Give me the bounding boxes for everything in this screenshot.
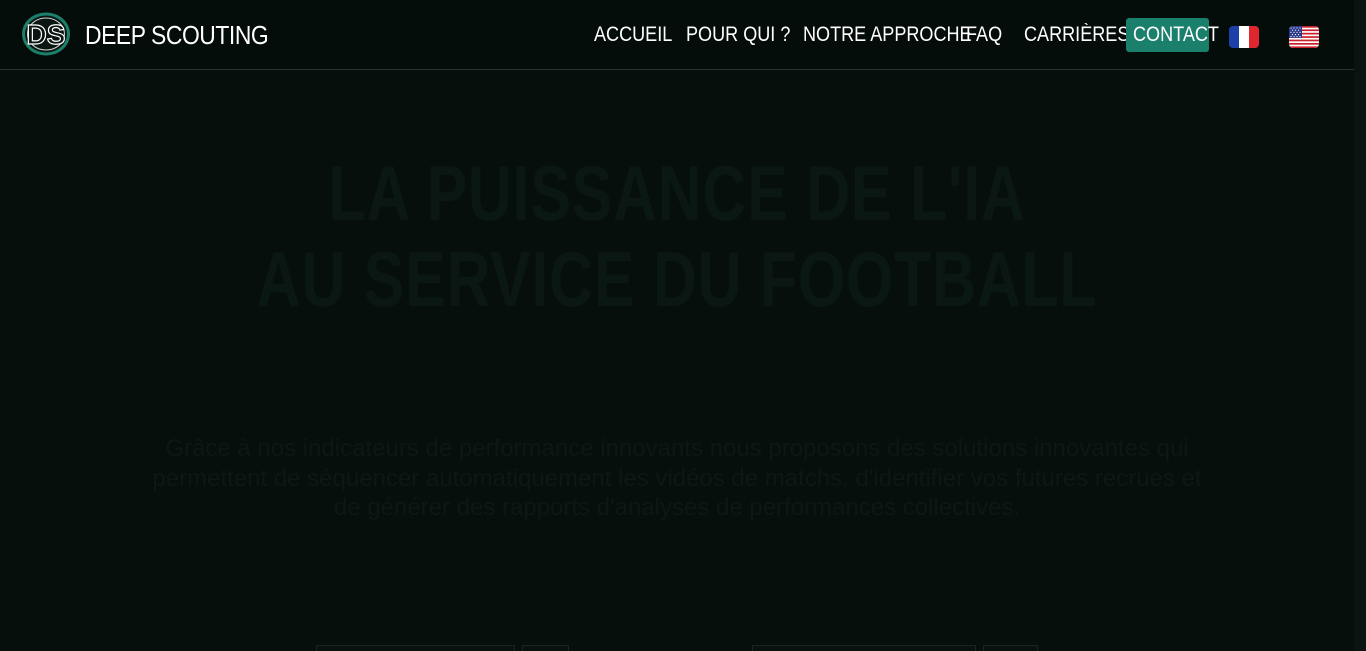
svg-text:DS: DS bbox=[27, 19, 66, 50]
hero-secondary-button-icon[interactable] bbox=[983, 645, 1038, 651]
nav-link-pour-qui[interactable]: POUR QUI ? bbox=[686, 17, 790, 53]
hero-title-line-1: LA PUISSANCE DE L'IA bbox=[328, 149, 1026, 237]
nav-link-carrieres[interactable]: CARRIÈRES bbox=[1024, 17, 1129, 53]
brand-name[interactable]: DEEP SCOUTING bbox=[85, 17, 269, 53]
hero-primary-button[interactable] bbox=[316, 645, 515, 651]
top-navbar: DS DEEP SCOUTING ACCUEIL POUR QUI ? NOTR… bbox=[0, 0, 1354, 70]
nav-link-faq[interactable]: FAQ bbox=[966, 17, 1002, 53]
contact-button[interactable]: CONTACT bbox=[1126, 18, 1219, 52]
page-scrollbar[interactable] bbox=[1354, 0, 1366, 651]
hero-description: Grâce à nos indicateurs de performance i… bbox=[152, 435, 1202, 521]
hero-primary-button-icon[interactable] bbox=[522, 645, 569, 651]
ds-logo-icon: DS bbox=[22, 12, 70, 56]
nav-link-accueil[interactable]: ACCUEIL bbox=[594, 17, 672, 53]
us-flag-icon[interactable] bbox=[1289, 26, 1319, 48]
french-flag-icon[interactable] bbox=[1229, 26, 1259, 48]
hero-secondary-button[interactable] bbox=[752, 645, 976, 651]
logo-badge[interactable]: DS bbox=[21, 11, 71, 57]
contact-button-label: CONTACT bbox=[1133, 23, 1219, 46]
hero-title-line-2: AU SERVICE DU FOOTBALL bbox=[256, 235, 1098, 323]
hero-title: LA PUISSANCE DE L'IA AU SERVICE DU FOOTB… bbox=[0, 150, 1354, 322]
nav-link-notre-approche[interactable]: NOTRE APPROCHE bbox=[803, 17, 972, 53]
